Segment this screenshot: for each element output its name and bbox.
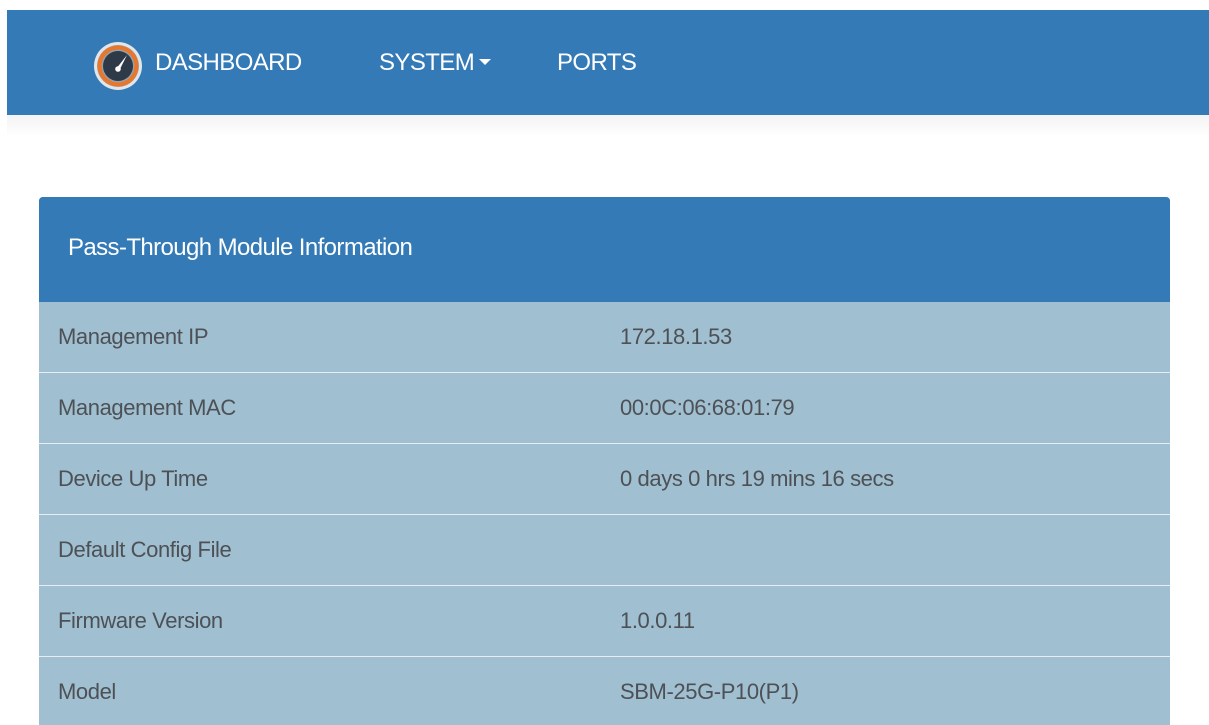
info-label: Device Up Time bbox=[58, 466, 208, 491]
info-row-model: Model SBM-25G-P10(P1) bbox=[39, 657, 1170, 725]
module-info-panel: Pass-Through Module Information Manageme… bbox=[39, 197, 1170, 725]
info-label: Management IP bbox=[58, 324, 209, 349]
nav-system-label: SYSTEM bbox=[379, 49, 475, 76]
info-value: 172.18.1.53 bbox=[620, 324, 732, 349]
info-row-management-mac: Management MAC 00:0C:06:68:01:79 bbox=[39, 373, 1170, 444]
info-value: 1.0.0.11 bbox=[620, 608, 695, 633]
info-label: Model bbox=[58, 679, 116, 704]
nav-dashboard-link[interactable]: DASHBOARD bbox=[155, 46, 302, 80]
info-row-firmware-version: Firmware Version 1.0.0.11 bbox=[39, 586, 1170, 657]
caret-down-icon bbox=[479, 58, 492, 65]
info-label: Default Config File bbox=[58, 537, 232, 562]
nav-ports-link[interactable]: PORTS bbox=[557, 46, 637, 80]
info-label: Management MAC bbox=[58, 395, 236, 420]
speedometer-icon[interactable] bbox=[93, 41, 143, 91]
info-label: Firmware Version bbox=[58, 608, 223, 633]
info-table: Management IP 172.18.1.53 Management MAC… bbox=[39, 302, 1170, 725]
nav-dashboard-label: DASHBOARD bbox=[155, 49, 302, 76]
nav-ports-label: PORTS bbox=[557, 49, 637, 76]
info-row-device-up-time: Device Up Time 0 days 0 hrs 19 mins 16 s… bbox=[39, 444, 1170, 515]
info-value: 00:0C:06:68:01:79 bbox=[620, 395, 795, 420]
panel-heading: Pass-Through Module Information bbox=[39, 197, 1170, 302]
info-row-management-ip: Management IP 172.18.1.53 bbox=[39, 302, 1170, 373]
navbar-shadow bbox=[7, 115, 1209, 137]
info-value: SBM-25G-P10(P1) bbox=[620, 679, 799, 704]
panel-title: Pass-Through Module Information bbox=[68, 234, 413, 261]
info-row-default-config-file: Default Config File bbox=[39, 515, 1170, 586]
info-value: 0 days 0 hrs 19 mins 16 secs bbox=[620, 466, 894, 491]
nav-system-dropdown[interactable]: SYSTEM bbox=[379, 46, 492, 80]
